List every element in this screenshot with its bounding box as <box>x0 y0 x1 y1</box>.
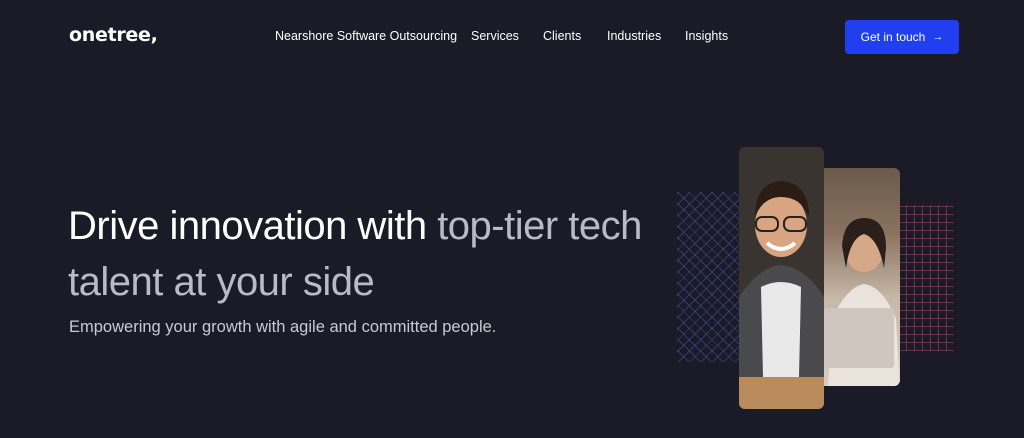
onetree-logo[interactable]: onetree, <box>69 24 158 46</box>
hero-photo-man <box>739 147 824 409</box>
hero-title: Drive innovation with top-tier tech tale… <box>68 198 668 310</box>
nav-item-services[interactable]: Services <box>471 29 519 43</box>
nav-item-clients[interactable]: Clients <box>543 29 581 43</box>
hero-photo-woman <box>818 168 900 386</box>
hero-subtitle: Empowering your growth with agile and co… <box>69 318 497 336</box>
nav-item-insights[interactable]: Insights <box>685 29 728 43</box>
arrow-right-icon: → <box>932 31 944 43</box>
hero-title-main: Drive innovation with <box>68 204 438 248</box>
nav-item-nearshore[interactable]: Nearshore Software Outsourcing <box>275 29 457 43</box>
get-in-touch-button[interactable]: Get in touch → <box>845 20 959 54</box>
site-header: onetree, Nearshore Software Outsourcing … <box>0 0 1024 74</box>
decorative-grid-left <box>677 192 747 362</box>
get-in-touch-label: Get in touch <box>860 30 926 44</box>
nav-item-industries[interactable]: Industries <box>607 29 661 43</box>
